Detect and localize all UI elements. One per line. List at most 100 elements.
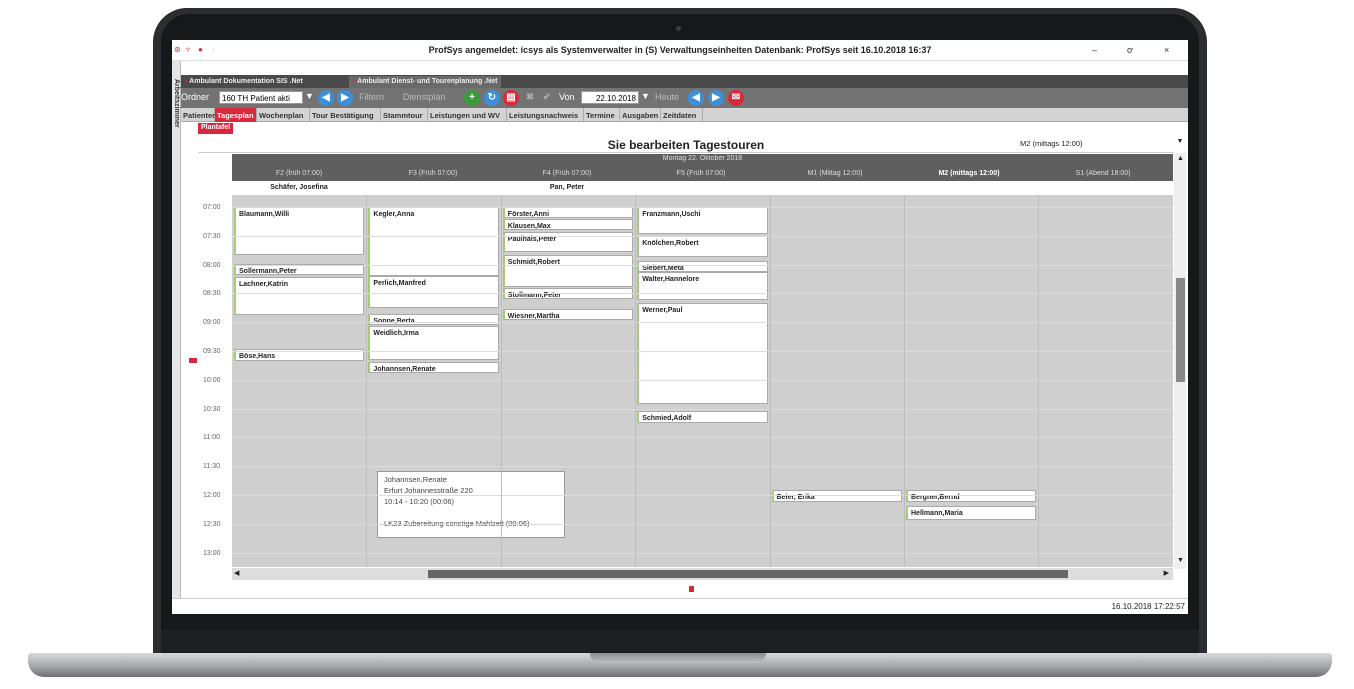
appointment-card[interactable]: Lachner,Katrin	[234, 277, 365, 316]
scroll-down-icon[interactable]: ▼	[1176, 557, 1185, 566]
screen: ⊛ ▿ ● · ProfSys angemeldet: icsys als Sy…	[172, 40, 1188, 614]
vertical-scroll-thumb[interactable]	[1176, 278, 1185, 382]
chevron-down-icon[interactable]: ▼	[305, 91, 314, 101]
time-label: 13:00	[203, 549, 221, 557]
doc-tab-dokumentation[interactable]: ▪ Ambulant Dokumentation SIS .Net	[181, 76, 307, 88]
tab-plantafel[interactable]: Plantafel	[198, 123, 234, 134]
pinned-row: Schäfer, Josefina Pan, Peter	[232, 181, 1173, 195]
scroll-left-icon[interactable]: ◀	[234, 569, 239, 577]
horizontal-scrollbar[interactable]: ◀ ▶	[232, 568, 1173, 580]
doc-tab-tourenplanung[interactable]: ▪ Ambulant Dienst- und Tourenplanung .Ne…	[349, 76, 502, 88]
tour-dropdown-icon[interactable]: ▼	[1175, 138, 1185, 151]
appointment-card[interactable]: Franzmann,Uschi	[637, 207, 768, 234]
column-title[interactable]: F3 (Früh 07:00)	[366, 170, 500, 177]
grid-line	[232, 437, 1173, 439]
tour-select[interactable]: M2 (mittags 12:00)	[1018, 138, 1168, 151]
appointment-card[interactable]: Knölchen,Robert	[637, 235, 768, 257]
filtern-button[interactable]: Filtern	[359, 92, 384, 102]
appointment-card[interactable]: Schmied,Adolf	[637, 411, 768, 423]
vertical-scrollbar[interactable]: ▲ ▼	[1174, 153, 1186, 569]
column-divider	[769, 195, 771, 567]
appointment-card[interactable]: Perlich,Manfred	[368, 276, 499, 308]
appointment-card[interactable]: Blaumann,Willi	[234, 207, 365, 255]
tab-stammtour[interactable]: Stammtour	[381, 108, 428, 122]
sidebar-label[interactable]: Arbeitszimmer	[173, 79, 180, 128]
appointment-card[interactable]: Förster,Anni	[502, 207, 634, 218]
appointment-card[interactable]: Siebert,Meta	[637, 260, 768, 272]
appointment-card[interactable]: Johannsen,Renate	[368, 361, 499, 373]
scroll-up-icon[interactable]: ▲	[1176, 155, 1185, 164]
tab-patienten[interactable]: Patienten	[181, 108, 217, 122]
tab-tour-bestaetigung[interactable]: Tour Bestätigung	[310, 108, 381, 122]
arrow-left-icon[interactable]: ◀	[318, 90, 334, 106]
tab-ausgaben[interactable]: Ausgaben	[620, 108, 661, 122]
ordner-select[interactable]: 160 TH Patient akti	[219, 91, 303, 104]
column-title[interactable]: F5 (Früh 07:00)	[634, 170, 768, 177]
sidebar[interactable]: Arbeitszimmer	[172, 61, 181, 601]
time-label: 11:30	[203, 463, 220, 471]
grid-line	[232, 293, 1173, 295]
grid-line	[232, 523, 1173, 525]
window-title: ProfSys angemeldet: icsys als Systemverw…	[428, 45, 932, 55]
heute-button[interactable]: Heute	[655, 92, 679, 102]
time-label: 10:30	[203, 405, 221, 413]
time-label: 07:30	[203, 232, 221, 240]
appointment-card[interactable]: Weidlich,Irma	[368, 326, 499, 360]
scroll-right-icon[interactable]: ▶	[1164, 569, 1169, 577]
tab-zeitdaten[interactable]: Zeitdaten	[661, 108, 703, 122]
date-label: Montag 22. Oktober 2018	[662, 155, 743, 162]
add-icon[interactable]: +	[464, 90, 480, 106]
schedule-grid[interactable]: Blaumann,Willi Sollermann,Peter Lachner,Ka…	[232, 195, 1173, 567]
column-title-selected[interactable]: M2 (mittags 12:00)	[902, 170, 1036, 177]
appointment-card[interactable]: Wiesner,Martha	[502, 308, 634, 321]
time-label: 12:30	[203, 520, 221, 528]
column-title[interactable]: M1 (Mittag 12:00)	[768, 170, 902, 177]
date-field[interactable]: 22.10.2018	[581, 91, 639, 104]
column-divider	[500, 195, 502, 567]
appointment-card[interactable]: Schmidt,Robert	[502, 255, 634, 287]
doc-tab-label: Ambulant Dokumentation SIS .Net	[189, 78, 303, 85]
minimize-button[interactable]: –	[1092, 45, 1097, 55]
pinned-patient[interactable]: Pan, Peter	[500, 184, 634, 191]
delete-icon[interactable]: ✖	[522, 90, 538, 106]
appointment-card[interactable]: Kegler,Anna	[368, 207, 499, 277]
grid-line	[232, 495, 1173, 496]
horizontal-scroll-thumb[interactable]	[428, 570, 1068, 578]
grid-line	[232, 351, 1173, 352]
print-icon[interactable]: ▤	[503, 90, 519, 106]
check-icon[interactable]: ✔	[539, 90, 555, 106]
appointment-card[interactable]: Hellmann,Maria	[906, 505, 1037, 520]
refresh-icon[interactable]: ↻	[484, 90, 500, 106]
appointment-card[interactable]: Klausen,Max	[502, 219, 634, 231]
close-button[interactable]: ×	[1164, 45, 1169, 55]
appointment-card[interactable]: Werner,Paul	[637, 303, 768, 404]
prev-day-icon[interactable]: ◀	[688, 90, 704, 106]
tab-termine[interactable]: Termine	[584, 108, 620, 122]
time-label: 11:00	[203, 434, 220, 442]
time-label: 09:00	[203, 319, 221, 327]
tab-leistungsnachweis[interactable]: Leistungsnachweis	[507, 108, 584, 122]
nav-tabs: Patienten Tagesplan Wochenplan Tour Best…	[181, 108, 1188, 122]
next-day-icon[interactable]: ▶	[708, 90, 724, 106]
column-divider	[366, 195, 368, 567]
tab-wochenplan[interactable]: Wochenplan	[257, 108, 310, 122]
status-timestamp: 16.10.2018 17:22:57	[1111, 602, 1185, 611]
pinned-patient[interactable]: Schäfer, Josefina	[232, 184, 366, 191]
column-title[interactable]: S1 (Abend 18:00)	[1036, 170, 1170, 177]
maximize-button[interactable]: ơ	[1127, 45, 1133, 55]
grid-line	[232, 264, 1173, 266]
appointment-card[interactable]: Walter,Hannelore	[637, 272, 768, 301]
tooltip-spacer	[384, 507, 558, 518]
toolbar: Ordner 160 TH Patient akti ▼ ◀ ▶ Filtern…	[181, 88, 1188, 108]
tab-leistungen[interactable]: Leistungen und WV	[428, 108, 507, 122]
column-title[interactable]: F2 (früh 07:00)	[232, 170, 366, 177]
calendar-dropdown-icon[interactable]: ▼	[641, 91, 650, 101]
column-header: Montag 22. Oktober 2018 F2 (früh 07:00) …	[232, 154, 1173, 181]
arrow-right-icon[interactable]: ▶	[337, 90, 353, 106]
mail-icon[interactable]: ✉	[728, 90, 744, 106]
ordner-label: Ordner	[181, 92, 210, 102]
dienstplan-button[interactable]: Dienstplan	[403, 92, 446, 102]
column-title[interactable]: F4 (Früh 07:00)	[500, 170, 634, 177]
tab-tagesplan[interactable]: Tagesplan	[215, 108, 257, 122]
scroll-position-marker	[689, 586, 694, 592]
